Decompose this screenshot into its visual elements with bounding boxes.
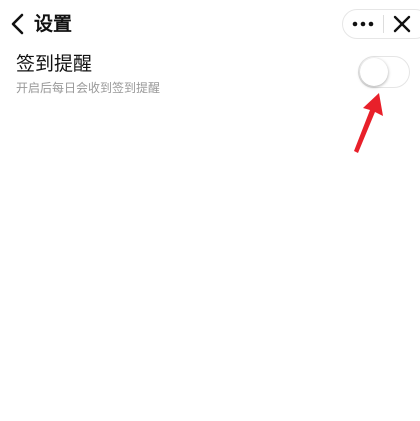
checkin-reminder-description: 开启后每日会收到签到提醒	[16, 81, 161, 95]
capsule-divider	[383, 15, 384, 33]
toggle-knob	[360, 58, 388, 86]
close-icon	[393, 15, 411, 33]
back-button[interactable]	[6, 10, 32, 38]
red-arrow-annotation	[350, 90, 384, 156]
checkin-reminder-title: 签到提醒	[16, 53, 93, 75]
more-button[interactable]	[346, 11, 380, 37]
arrow-icon	[354, 93, 383, 153]
more-dots-icon	[352, 21, 374, 27]
navigation-bar: 设置	[0, 0, 420, 48]
settings-page: 设置 签到提醒 开启后每日会收到签到提醒	[0, 0, 420, 421]
close-button[interactable]	[389, 11, 415, 37]
checkin-reminder-toggle[interactable]	[358, 56, 410, 88]
chevron-left-icon	[11, 13, 24, 35]
page-title: 设置	[34, 13, 73, 35]
